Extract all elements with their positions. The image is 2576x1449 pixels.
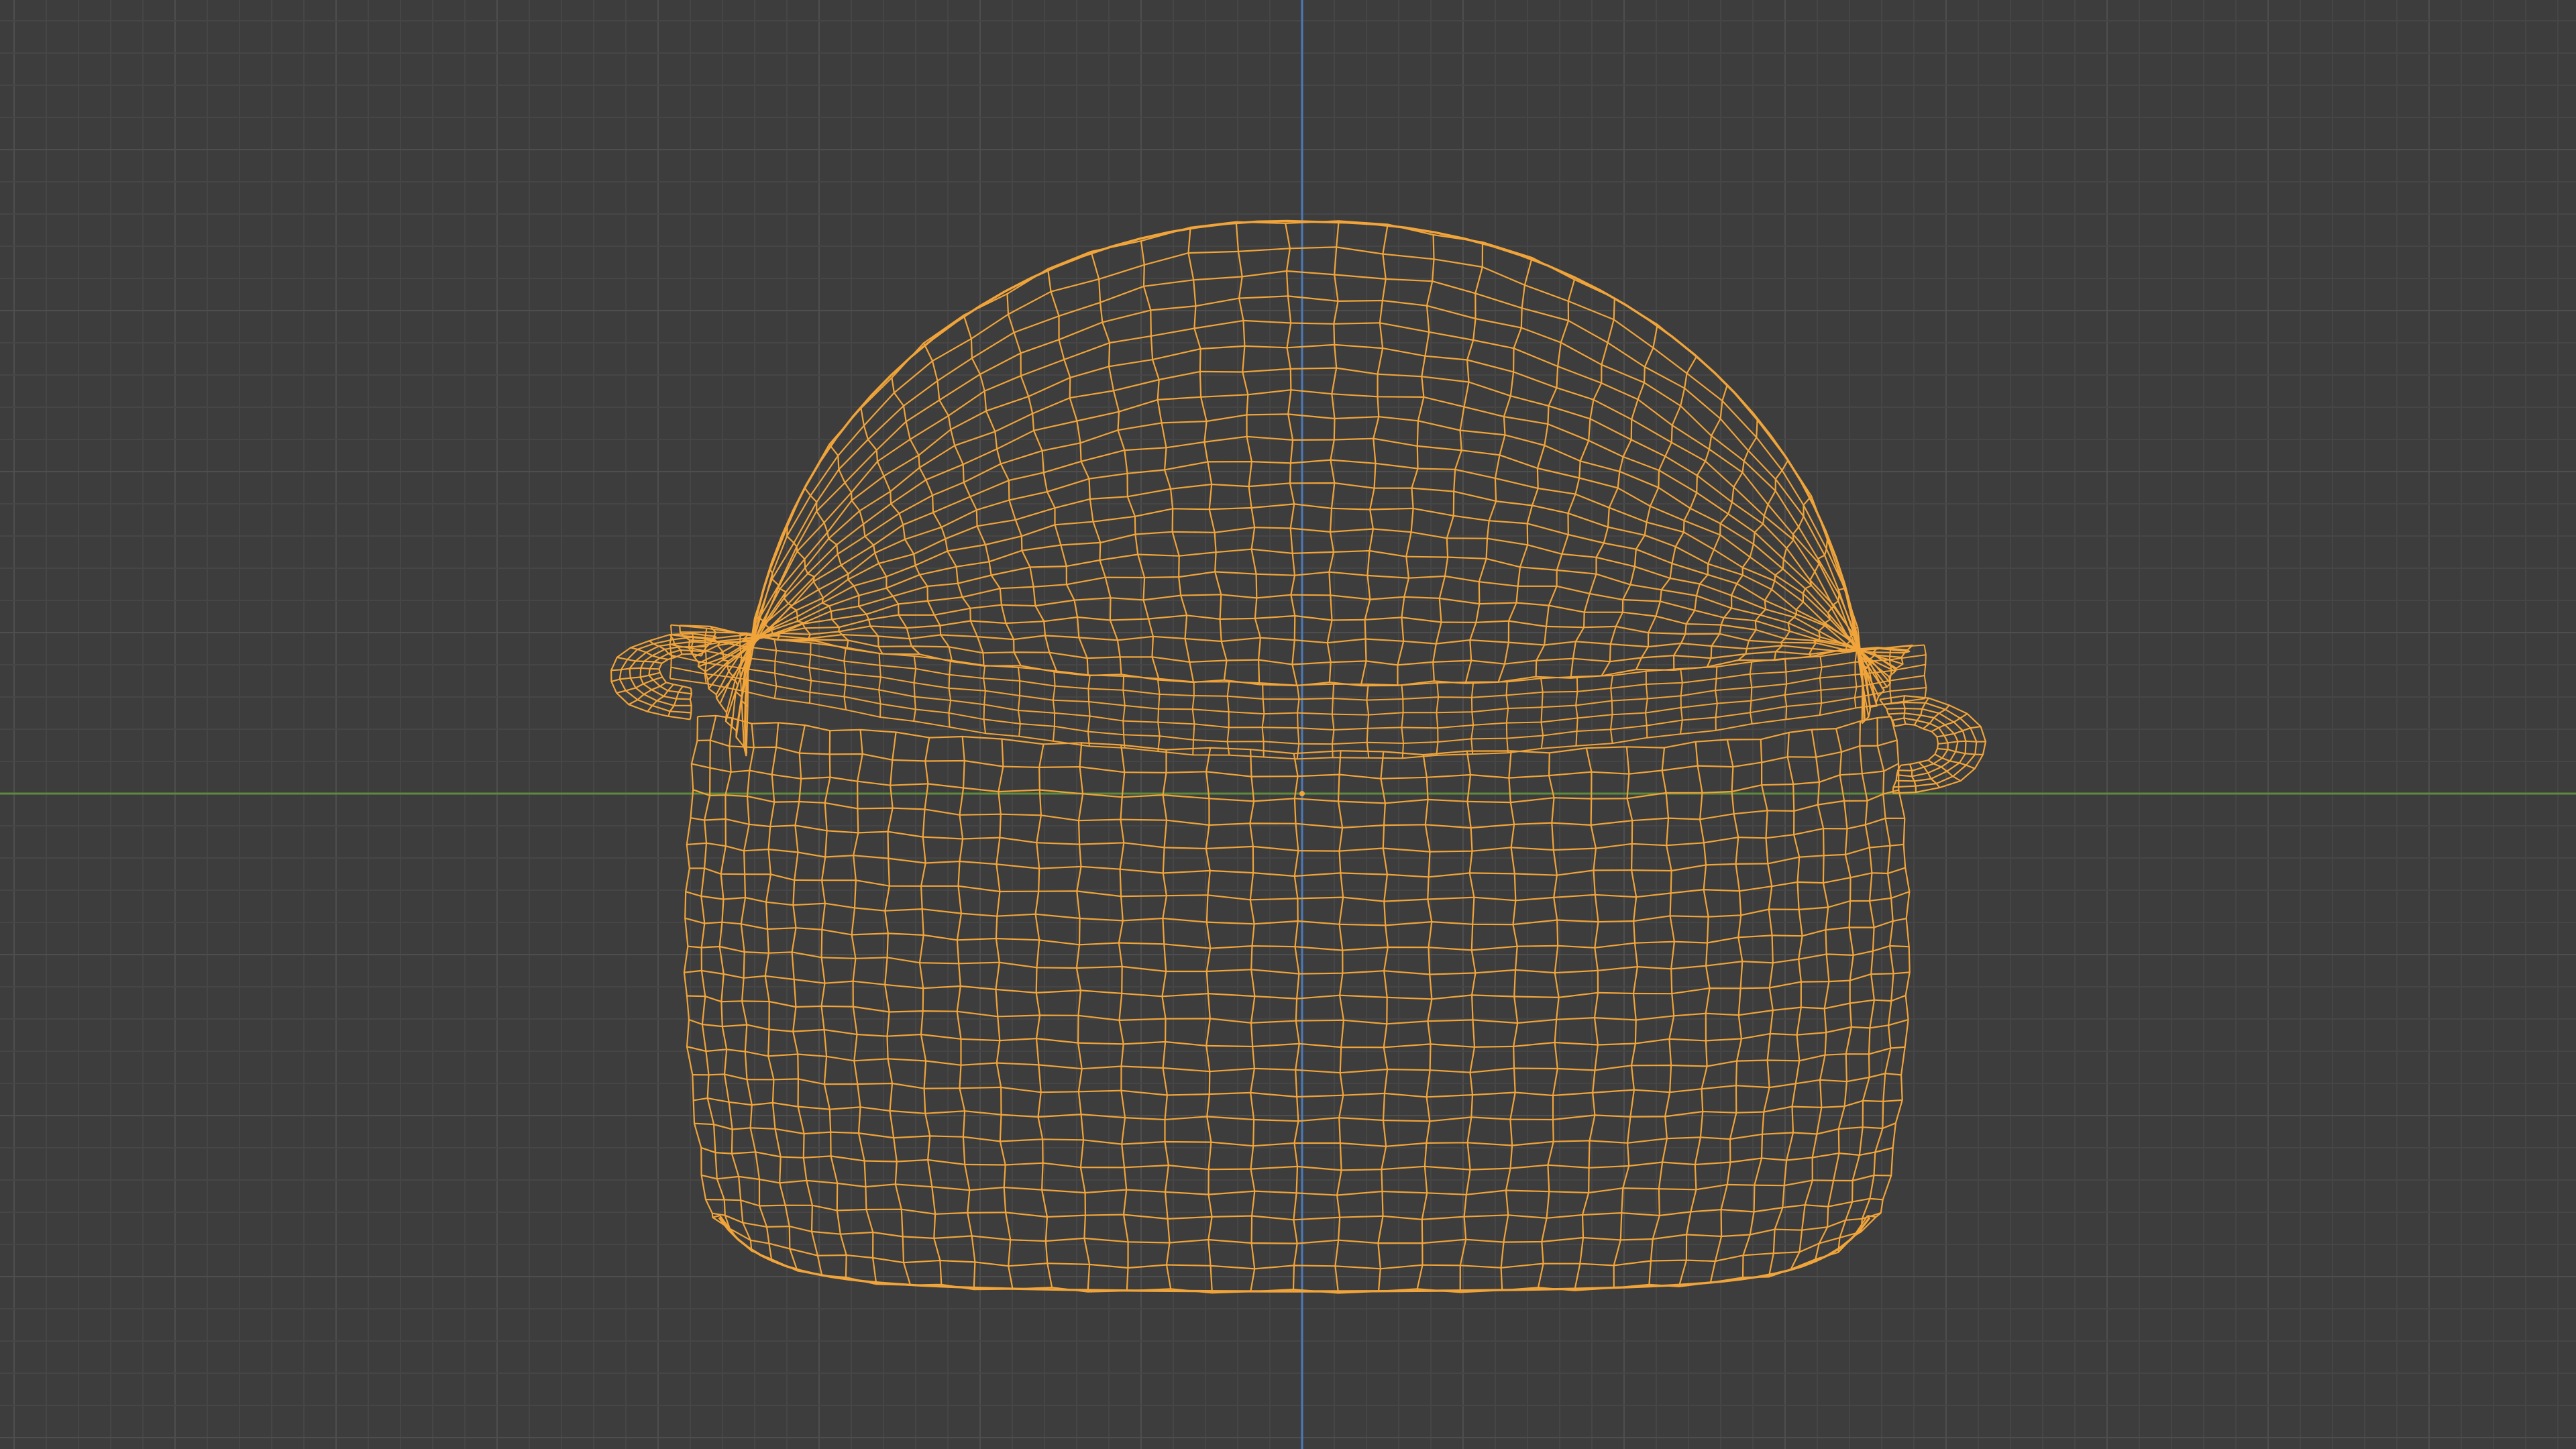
object-origin-dot[interactable] bbox=[1299, 791, 1305, 796]
viewport-background bbox=[0, 0, 2576, 1449]
3d-viewport[interactable] bbox=[0, 0, 2576, 1449]
viewport-canvas[interactable] bbox=[0, 0, 2576, 1449]
